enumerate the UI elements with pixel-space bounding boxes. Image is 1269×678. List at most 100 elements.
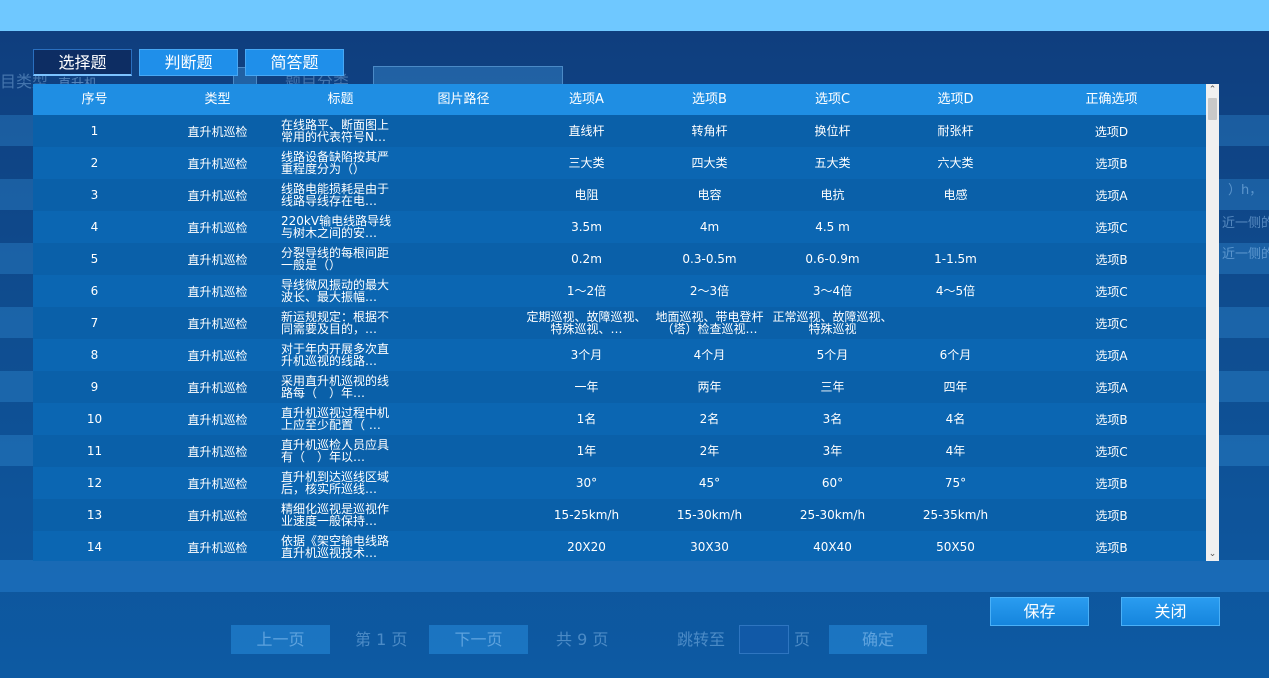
cell-option-d: 耐张杆 bbox=[937, 124, 974, 138]
save-button[interactable]: 保存 bbox=[990, 597, 1089, 626]
cell-type: 直升机巡检 bbox=[187, 444, 248, 459]
cell-option-b: 2年 bbox=[699, 444, 720, 458]
scroll-down-arrow-icon[interactable]: ⌄ bbox=[1206, 548, 1219, 561]
table-row[interactable]: 14 直升机巡检 依据《架空输电线路直升机巡视技术… 20X20 30X30 40X40 5… bbox=[33, 531, 1206, 561]
cell-no: 11 bbox=[86, 444, 103, 458]
cell-option-c: 4.5 m bbox=[815, 220, 850, 234]
cell-answer: 选项B bbox=[1095, 540, 1128, 555]
table-row[interactable]: 5 直升机巡检 分裂导线的每根间距一般是（） 0.2m 0.3-0.5m 0.6-0.9m… bbox=[33, 243, 1206, 275]
cell-image-path bbox=[402, 467, 525, 499]
cell-answer: 选项B bbox=[1095, 412, 1128, 427]
cell-no: 3 bbox=[90, 188, 99, 202]
cell-option-a: 三大类 bbox=[568, 156, 605, 170]
cell-answer: 选项B bbox=[1095, 508, 1128, 523]
cell-title: 线路设备缺陷按其严重程度分为（） bbox=[281, 150, 390, 176]
cell-option-d: 6个月 bbox=[939, 348, 972, 362]
table-row[interactable]: 11 直升机巡检 直升机巡检人员应具有（ ）年以… 1年 2年 3年 4年 选项C bbox=[33, 435, 1206, 467]
tab-choice[interactable]: 选择题 bbox=[33, 49, 132, 76]
cell-option-c: 换位杆 bbox=[814, 124, 851, 138]
cell-option-a: 1年 bbox=[576, 444, 597, 458]
cell-type: 直升机巡检 bbox=[187, 508, 248, 523]
cell-option-a: 定期巡视、故障巡视、特殊巡视、… bbox=[526, 310, 647, 336]
tab-true-false[interactable]: 判断题 bbox=[139, 49, 238, 76]
cell-title: 导线微风振动的最大波长、最大振幅… bbox=[281, 278, 390, 304]
table-row[interactable]: 10 直升机巡检 直升机巡视过程中机上应至少配置（ … 1名 2名 3名 4名 选项B bbox=[33, 403, 1206, 435]
cell-no: 9 bbox=[90, 380, 99, 394]
cell-option-c: 3名 bbox=[822, 412, 843, 426]
tab-short-answer[interactable]: 简答题 bbox=[245, 49, 344, 76]
cell-type: 直升机巡检 bbox=[187, 252, 248, 267]
cell-image-path bbox=[402, 147, 525, 179]
cell-no: 5 bbox=[90, 252, 99, 266]
table-row[interactable]: 6 直升机巡检 导线微风振动的最大波长、最大振幅… 1～2倍 2～3倍 3～4倍 4～5倍 选… bbox=[33, 275, 1206, 307]
cell-option-a: 1名 bbox=[576, 412, 597, 426]
cell-image-path bbox=[402, 339, 525, 371]
next-page-button[interactable]: 下一页 bbox=[429, 625, 528, 654]
cell-title: 精细化巡视是巡视作业速度一般保持… bbox=[281, 502, 390, 528]
cell-option-b: 15-30km/h bbox=[676, 508, 743, 522]
cell-option-b: 2～3倍 bbox=[689, 284, 730, 298]
scroll-up-arrow-icon[interactable]: ⌃ bbox=[1206, 84, 1219, 97]
cell-option-d: 4名 bbox=[945, 412, 966, 426]
col-header-no: 序号 bbox=[81, 92, 108, 107]
table-row[interactable]: 9 直升机巡检 采用直升机巡视的线路每（ ）年… 一年 两年 三年 四年 选项A bbox=[33, 371, 1206, 403]
scroll-thumb[interactable] bbox=[1208, 98, 1217, 120]
cell-option-c: 0.6-0.9m bbox=[805, 252, 860, 266]
cell-option-c: 五大类 bbox=[814, 156, 851, 170]
cell-type: 直升机巡检 bbox=[187, 284, 248, 299]
cell-title: 直升机到达巡线区域后，核实所巡线… bbox=[281, 470, 390, 496]
cell-title: 线路电能损耗是由于线路导线存在电… bbox=[281, 182, 390, 208]
table-row[interactable]: 3 直升机巡检 线路电能损耗是由于线路导线存在电… 电阻 电容 电抗 电感 选项A bbox=[33, 179, 1206, 211]
cell-option-b: 转角杆 bbox=[691, 124, 728, 138]
cell-image-path bbox=[402, 211, 525, 243]
total-pages: 共 9 页 bbox=[556, 630, 609, 649]
table-row[interactable]: 1 直升机巡检 在线路平、断面图上常用的代表符号N… 直线杆 转角杆 换位杆 耐张杆 选项D bbox=[33, 115, 1206, 147]
cell-image-path bbox=[402, 115, 525, 147]
bg-fragment: ）h， bbox=[1228, 183, 1263, 198]
cell-option-d: 50X50 bbox=[936, 540, 975, 554]
jump-page-input[interactable] bbox=[739, 625, 789, 654]
bg-fragment: 近一侧的 bbox=[1222, 247, 1269, 262]
cell-no: 13 bbox=[86, 508, 103, 522]
cell-option-d: 六大类 bbox=[937, 156, 974, 170]
cell-no: 4 bbox=[90, 220, 99, 234]
cell-answer: 选项B bbox=[1095, 476, 1128, 491]
cell-option-a: 15-25km/h bbox=[553, 508, 620, 522]
confirm-jump-button[interactable]: 确定 bbox=[829, 625, 927, 654]
top-bar bbox=[0, 0, 1269, 31]
cell-image-path bbox=[402, 307, 525, 339]
page-unit-label: 页 bbox=[794, 630, 811, 649]
table-row[interactable]: 2 直升机巡检 线路设备缺陷按其严重程度分为（） 三大类 四大类 五大类 六大类 选项B bbox=[33, 147, 1206, 179]
table-row[interactable]: 12 直升机巡检 直升机到达巡线区域后，核实所巡线… 30° 45° 60° 75° 选项B bbox=[33, 467, 1206, 499]
cell-no: 7 bbox=[90, 316, 99, 330]
cell-image-path bbox=[402, 531, 525, 561]
cell-image-path bbox=[402, 499, 525, 531]
cell-type: 直升机巡检 bbox=[187, 316, 248, 331]
col-header-title: 标题 bbox=[327, 92, 354, 107]
cell-no: 8 bbox=[90, 348, 99, 362]
cell-answer: 选项A bbox=[1095, 348, 1128, 363]
table-row[interactable]: 8 直升机巡检 对于年内开展多次直升机巡视的线路… 3个月 4个月 5个月 6个月 选项A bbox=[33, 339, 1206, 371]
cell-type: 直升机巡检 bbox=[187, 220, 248, 235]
cell-image-path bbox=[402, 275, 525, 307]
cell-no: 10 bbox=[86, 412, 103, 426]
close-button[interactable]: 关闭 bbox=[1121, 597, 1220, 626]
cell-title: 220kV输电线路导线与树木之间的安… bbox=[281, 214, 392, 240]
table-row[interactable]: 4 直升机巡检 220kV输电线路导线与树木之间的安… 3.5m 4m 4.5 m 选项C bbox=[33, 211, 1206, 243]
col-header-type: 类型 bbox=[204, 92, 231, 107]
cell-option-a: 3个月 bbox=[570, 348, 603, 362]
cell-option-b: 两年 bbox=[697, 380, 722, 394]
table-row[interactable]: 13 直升机巡检 精细化巡视是巡视作业速度一般保持… 15-25km/h 15-30km… bbox=[33, 499, 1206, 531]
cell-option-b: 4m bbox=[699, 220, 720, 234]
cell-type: 直升机巡检 bbox=[187, 540, 248, 555]
cell-title: 依据《架空输电线路直升机巡视技术… bbox=[281, 534, 390, 560]
table-row[interactable]: 7 直升机巡检 新运规规定：根据不同需要及目的，… 定期巡视、故障巡视、特殊巡视、… 地… bbox=[33, 307, 1206, 339]
cell-image-path bbox=[402, 435, 525, 467]
table-scrollbar[interactable]: ⌃ ⌄ bbox=[1206, 84, 1219, 561]
cell-option-b: 地面巡视、带电登杆（塔）检查巡视… bbox=[655, 310, 764, 336]
prev-page-button[interactable]: 上一页 bbox=[231, 625, 330, 654]
cell-option-d: 电感 bbox=[943, 188, 968, 202]
cell-option-c: 3年 bbox=[822, 444, 843, 458]
col-header-option-c: 选项C bbox=[814, 92, 851, 107]
cell-option-c: 5个月 bbox=[816, 348, 849, 362]
